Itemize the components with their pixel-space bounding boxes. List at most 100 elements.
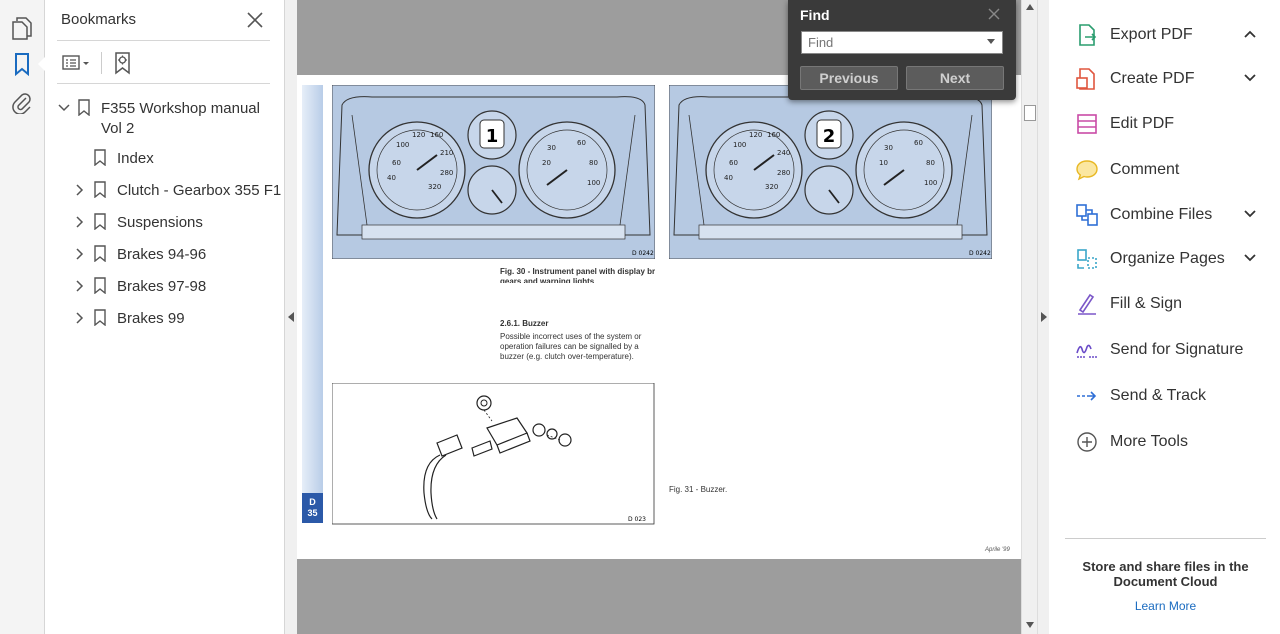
export-pdf-icon bbox=[1079, 24, 1097, 46]
bookmark-flag-icon bbox=[94, 213, 106, 230]
tool-export-pdf[interactable]: Export PDF bbox=[1049, 19, 1280, 51]
svg-text:D 0242: D 0242 bbox=[632, 250, 654, 257]
new-bookmark-icon bbox=[115, 52, 130, 75]
paperclip-icon bbox=[12, 93, 31, 114]
combine-files-icon bbox=[1076, 204, 1098, 226]
chevron-up-icon[interactable] bbox=[1243, 29, 1257, 39]
vertical-scrollbar[interactable] bbox=[1021, 0, 1037, 634]
find-previous-button[interactable]: Previous bbox=[800, 66, 898, 90]
tool-fill-sign[interactable]: Fill & Sign bbox=[1049, 288, 1280, 320]
tool-label: More Tools bbox=[1110, 433, 1188, 450]
section-heading: 2.6.1. Buzzer bbox=[500, 319, 549, 328]
bookmark-item-clutch[interactable]: Clutch - Gearbox 355 F1 bbox=[45, 178, 285, 210]
bookmark-flag-icon bbox=[78, 99, 90, 116]
bookmark-icon bbox=[15, 53, 29, 76]
scroll-up-arrow-icon[interactable] bbox=[1026, 4, 1034, 10]
chevron-right-icon[interactable] bbox=[73, 279, 87, 293]
tool-label: Send & Track bbox=[1110, 387, 1207, 404]
scroll-thumb[interactable] bbox=[1024, 105, 1036, 121]
close-icon bbox=[988, 8, 1000, 20]
svg-text:D 0242: D 0242 bbox=[969, 250, 991, 257]
bookmark-label: Brakes 97-98 bbox=[117, 278, 207, 295]
page-thumbnails-button[interactable] bbox=[8, 14, 36, 42]
tool-comment[interactable]: Comment bbox=[1049, 154, 1280, 186]
tool-label: Send for Signature bbox=[1110, 341, 1244, 358]
find-dialog: Find Previous Next bbox=[788, 0, 1016, 100]
left-navigation-rail bbox=[0, 0, 46, 634]
edit-pdf-icon bbox=[1077, 114, 1097, 134]
bookmark-label: Suspensions bbox=[117, 214, 203, 231]
bookmark-item-suspensions[interactable]: Suspensions bbox=[45, 210, 285, 242]
more-tools-icon bbox=[1077, 432, 1097, 452]
pdf-page: D 35 1 D 0242 60 40 100 120 160 210 280 … bbox=[297, 75, 1021, 559]
find-next-button[interactable]: Next bbox=[906, 66, 1004, 90]
page-footer: Aprile '99 bbox=[985, 547, 1010, 553]
bookmarks-button[interactable] bbox=[8, 50, 46, 78]
list-options-icon bbox=[62, 55, 89, 70]
chevron-right-icon[interactable] bbox=[73, 183, 87, 197]
bookmark-label: Brakes 94-96 bbox=[117, 246, 207, 263]
collapse-right-pane-button[interactable] bbox=[1037, 0, 1049, 634]
divider bbox=[1065, 538, 1266, 539]
bookmark-label: Clutch - Gearbox 355 F1 bbox=[117, 182, 282, 199]
tool-create-pdf[interactable]: Create PDF bbox=[1049, 63, 1280, 95]
page-side-tab-label: D 35 bbox=[302, 493, 323, 523]
caret-right-icon bbox=[1041, 312, 1047, 322]
page-side-tab bbox=[302, 85, 323, 523]
instrument-panel-image-2: 2 D 0242 60 40 100 120 160 240 280 320 3… bbox=[669, 85, 992, 259]
tool-label: Fill & Sign bbox=[1110, 295, 1183, 312]
chevron-right-icon[interactable] bbox=[73, 215, 87, 229]
bookmark-toolbar bbox=[61, 50, 136, 76]
section-body: Possible incorrect uses of the system or… bbox=[500, 332, 642, 361]
bookmark-options-button[interactable] bbox=[61, 51, 95, 75]
chevron-down-icon[interactable] bbox=[1243, 209, 1257, 219]
buzzer-drawing: D 023 bbox=[332, 383, 655, 525]
bookmark-tree: F355 Workshop manual Vol 2 Index Clutch … bbox=[45, 96, 285, 338]
chevron-down-icon[interactable] bbox=[986, 38, 996, 46]
instrument-panel-image-1: 1 D 0242 60 40 100 120 160 210 280 320 3… bbox=[332, 85, 655, 259]
bookmark-root[interactable]: F355 Workshop manual Vol 2 bbox=[45, 96, 285, 146]
divider bbox=[57, 83, 270, 84]
tool-send-track[interactable]: Send & Track bbox=[1049, 380, 1280, 412]
chevron-right-icon[interactable] bbox=[73, 247, 87, 261]
create-pdf-icon bbox=[1076, 68, 1095, 90]
bookmark-item-brakes-94-96[interactable]: Brakes 94-96 bbox=[45, 242, 285, 274]
svg-text:D 023: D 023 bbox=[628, 516, 646, 523]
chevron-right-icon[interactable] bbox=[73, 311, 87, 325]
figure-31-caption: Fig. 31 - Buzzer. bbox=[669, 485, 728, 494]
tool-label: Create PDF bbox=[1110, 70, 1195, 87]
find-input[interactable] bbox=[801, 31, 1003, 54]
tool-label: Organize Pages bbox=[1110, 250, 1225, 267]
document-viewport[interactable]: D 35 1 D 0242 60 40 100 120 160 210 280 … bbox=[297, 0, 1021, 634]
learn-more-link[interactable]: Learn More bbox=[1065, 599, 1266, 613]
scroll-down-arrow-icon[interactable] bbox=[1026, 622, 1034, 628]
close-panel-button[interactable] bbox=[245, 10, 265, 30]
document-cloud-promo: Store and share files in the Document Cl… bbox=[1082, 559, 1249, 589]
fill-sign-icon bbox=[1078, 293, 1096, 315]
pages-icon bbox=[12, 17, 32, 40]
bookmark-item-index[interactable]: Index bbox=[45, 146, 285, 178]
tool-organize-pages[interactable]: Organize Pages bbox=[1049, 243, 1280, 275]
tool-edit-pdf[interactable]: Edit PDF bbox=[1049, 108, 1280, 140]
attachments-button[interactable] bbox=[8, 88, 36, 116]
bookmark-item-brakes-99[interactable]: Brakes 99 bbox=[45, 306, 285, 338]
tool-combine-files[interactable]: Combine Files bbox=[1049, 199, 1280, 231]
find-title: Find bbox=[800, 7, 830, 23]
bookmark-flag-icon bbox=[94, 149, 106, 166]
tool-more-tools[interactable]: More Tools bbox=[1049, 426, 1280, 458]
collapse-left-pane-button[interactable] bbox=[285, 0, 297, 634]
toolbar-divider bbox=[101, 52, 102, 74]
caret-left-icon bbox=[288, 312, 294, 322]
send-track-icon bbox=[1077, 391, 1097, 401]
chevron-down-icon[interactable] bbox=[1243, 253, 1257, 263]
bookmark-flag-icon bbox=[94, 309, 106, 326]
send-signature-icon bbox=[1076, 344, 1097, 358]
chevron-down-icon[interactable] bbox=[57, 101, 71, 115]
tool-send-for-signature[interactable]: Send for Signature bbox=[1049, 334, 1280, 366]
bookmark-label: F355 Workshop manual Vol 2 bbox=[101, 100, 260, 137]
find-close-button[interactable] bbox=[986, 6, 1002, 22]
bookmark-item-brakes-97-98[interactable]: Brakes 97-98 bbox=[45, 274, 285, 306]
chevron-down-icon[interactable] bbox=[1243, 73, 1257, 83]
organize-pages-icon bbox=[1077, 249, 1097, 269]
new-bookmark-button[interactable] bbox=[112, 51, 136, 75]
